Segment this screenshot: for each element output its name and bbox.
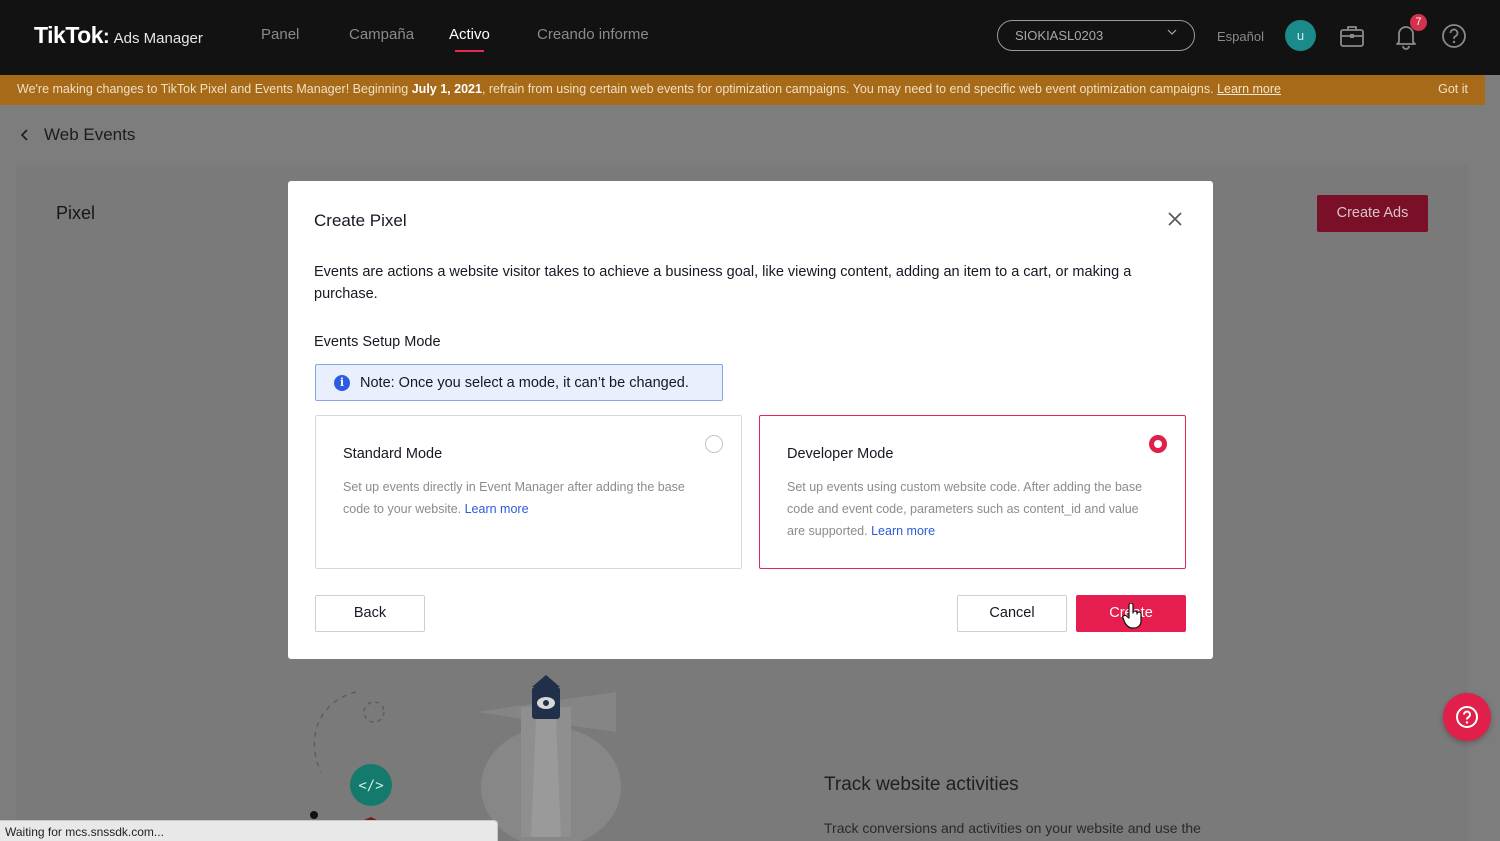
logo-wordmark: TikTok <box>34 22 104 48</box>
track-section-title: Track website activities <box>824 774 1019 795</box>
svg-text:</>: </> <box>358 778 383 794</box>
account-name: SIOKIASL0203 <box>1015 28 1104 43</box>
developer-mode-description: Set up events using custom website code.… <box>787 476 1159 542</box>
dialog-description: Events are actions a website visitor tak… <box>314 264 1132 302</box>
standard-mode-learn-more-link[interactable]: Learn more <box>465 502 529 516</box>
account-selector[interactable]: SIOKIASL0203 <box>997 20 1195 51</box>
info-icon: i <box>334 374 350 391</box>
browser-status-bar: Waiting for mcs.snssdk.com... <box>0 820 498 841</box>
close-icon[interactable] <box>1167 211 1183 227</box>
help-icon <box>1456 706 1478 728</box>
standard-mode-radio[interactable] <box>705 435 723 453</box>
standard-mode-option[interactable]: Standard Mode Set up events directly in … <box>315 415 742 569</box>
chevron-left-icon <box>20 129 28 141</box>
hand-pointer-cursor-icon <box>1122 603 1142 629</box>
standard-mode-title: Standard Mode <box>343 446 443 462</box>
notification-badge: 7 <box>1410 14 1427 31</box>
logo-subtitle: Ads Manager <box>113 30 203 47</box>
nav-link-assets[interactable]: Activo <box>449 26 490 52</box>
dialog-title: Create Pixel <box>314 211 407 230</box>
create-ads-button[interactable]: Create Ads <box>1317 195 1428 232</box>
nav-link-panel[interactable]: Panel <box>261 26 299 43</box>
help-chat-button[interactable] <box>1443 693 1491 741</box>
mode-note: i Note: Once you select a mode, it can’t… <box>315 364 723 401</box>
mode-note-text: Note: Once you select a mode, it can’t b… <box>360 374 689 391</box>
standard-mode-description: Set up events directly in Event Manager … <box>343 476 715 520</box>
tiktok-ads-logo[interactable]: TikTok : Ads Manager <box>34 22 203 49</box>
language-selector[interactable]: Español <box>1217 29 1264 44</box>
nav-link-campaign[interactable]: Campaña <box>349 26 414 43</box>
announcement-banner: We're making changes to TikTok Pixel and… <box>0 75 1485 105</box>
breadcrumb[interactable]: Web Events <box>20 125 135 145</box>
avatar[interactable]: u <box>1285 20 1316 51</box>
developer-mode-radio[interactable] <box>1149 435 1167 453</box>
tracking-illustration: </> <box>310 675 621 841</box>
chevron-down-icon <box>1167 29 1177 35</box>
banner-text-before: We're making changes to TikTok Pixel and… <box>17 82 412 96</box>
page-title: Pixel <box>56 203 96 223</box>
track-section-description: Track conversions and activities on your… <box>824 820 1201 836</box>
logo-colon: : <box>103 26 110 48</box>
cancel-button[interactable]: Cancel <box>957 595 1067 632</box>
help-icon[interactable] <box>1440 22 1468 50</box>
create-pixel-dialog: Create Pixel Events are actions a websit… <box>288 181 1213 659</box>
top-nav: TikTok : Ads Manager Panel Campaña Activ… <box>0 0 1500 75</box>
banner-date: July 1, 2021 <box>411 82 482 96</box>
banner-text-after: , refrain from using certain web events … <box>481 82 1218 96</box>
nav-link-reporting[interactable]: Creando informe <box>537 26 649 43</box>
developer-mode-title: Developer Mode <box>787 446 894 462</box>
developer-mode-learn-more-link[interactable]: Learn more <box>871 524 935 538</box>
setup-mode-label: Events Setup Mode <box>314 334 441 350</box>
banner-learn-more-link[interactable]: Learn more <box>1217 82 1281 96</box>
briefcase-icon[interactable] <box>1338 22 1366 50</box>
developer-mode-option[interactable]: Developer Mode Set up events using custo… <box>759 415 1186 569</box>
banner-dismiss-button[interactable]: Got it <box>1438 82 1468 96</box>
breadcrumb-label: Web Events <box>44 125 136 144</box>
developer-mode-description-text: Set up events using custom website code.… <box>787 480 1143 538</box>
back-button[interactable]: Back <box>315 595 425 632</box>
